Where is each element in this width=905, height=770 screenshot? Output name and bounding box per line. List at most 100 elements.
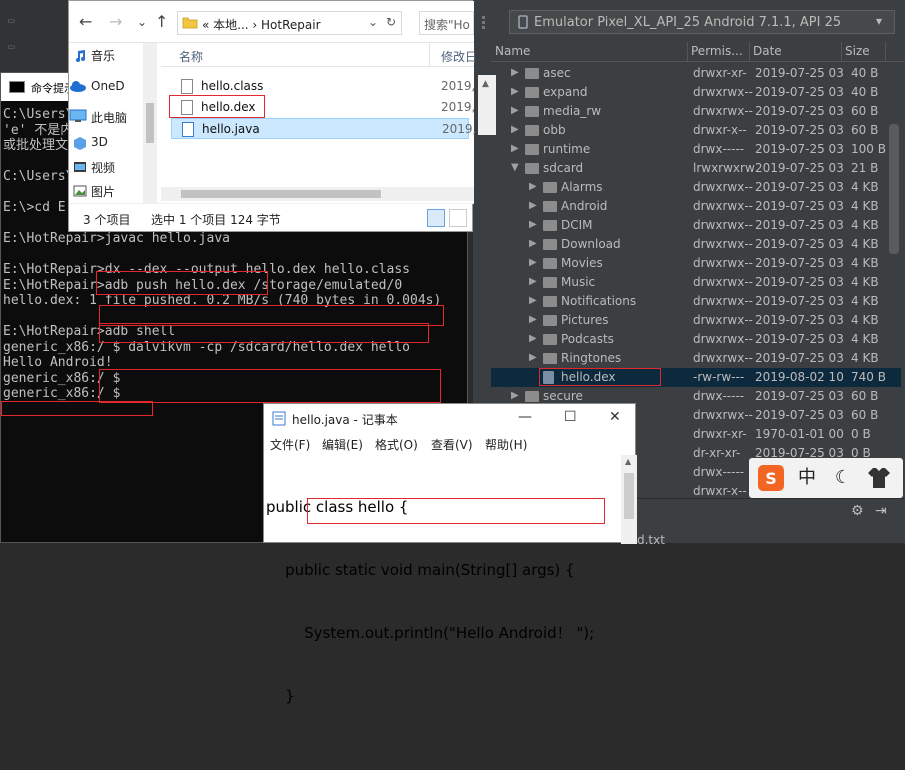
minimize-panel-icon[interactable]: ⇥ xyxy=(875,503,887,519)
expand-right-icon[interactable]: ▶ xyxy=(529,200,537,211)
ide-gutter: ▭ ▭ xyxy=(0,0,70,75)
expand-right-icon[interactable]: ▶ xyxy=(529,181,537,192)
file-row-selected[interactable]: hello.java 2019, xyxy=(171,118,476,139)
menu-file[interactable]: 文件(F) xyxy=(270,436,310,453)
col-permissions-header[interactable]: Permis... xyxy=(691,44,743,58)
expand-right-icon[interactable]: ▶ xyxy=(511,124,519,135)
device-perm: drwxrwx-- xyxy=(693,351,753,365)
expand-right-icon[interactable]: ▶ xyxy=(529,219,537,230)
details-view-icon[interactable] xyxy=(427,209,445,227)
sidebar-item-3d[interactable]: 3D xyxy=(74,135,108,150)
expand-right-icon[interactable]: ▶ xyxy=(529,333,537,344)
expand-right-icon[interactable]: ▶ xyxy=(511,390,519,401)
device-folder-row[interactable]: ▶ Podcasts drwxrwx-- 2019-07-25 03 4 KB xyxy=(491,330,901,349)
scroll-thumb[interactable] xyxy=(624,473,634,519)
expand-right-icon[interactable]: ▶ xyxy=(529,238,537,249)
ime-language-toggle[interactable]: 中 xyxy=(791,463,823,493)
scroll-up-icon[interactable]: ▲ xyxy=(625,457,631,466)
menu-format[interactable]: 格式(O) xyxy=(375,436,418,453)
menu-view[interactable]: 查看(V) xyxy=(431,436,473,453)
device-size: 0 B xyxy=(851,427,871,441)
search-input[interactable]: 搜索"Ho xyxy=(419,11,474,35)
cmd-line: 'e' 不是内 xyxy=(3,122,74,138)
scroll-thumb[interactable] xyxy=(181,190,381,198)
device-perm: drwxrwx-- xyxy=(693,237,753,251)
close-button[interactable]: ✕ xyxy=(609,409,621,425)
col-date-header[interactable]: Date xyxy=(753,44,782,58)
expand-right-icon[interactable]: ▶ xyxy=(529,352,537,363)
device-perm: drwxrwx-- xyxy=(693,218,753,232)
col-name-header[interactable]: 名称 xyxy=(179,48,203,65)
chevron-down-icon[interactable]: ⌄ xyxy=(368,15,378,29)
device-folder-row[interactable]: ▶ DCIM drwxrwx-- 2019-07-25 03 4 KB xyxy=(491,216,901,235)
notepad-scrollbar[interactable]: ▲ xyxy=(621,455,637,544)
sidebar-item-music[interactable]: 音乐 xyxy=(76,47,115,64)
maximize-button[interactable]: ☐ xyxy=(564,409,577,425)
expand-down-icon[interactable]: ▼ xyxy=(511,162,519,173)
gear-icon[interactable]: ⚙ xyxy=(851,503,864,519)
sidebar-item-this-pc[interactable]: 此电脑 xyxy=(69,109,127,126)
expand-right-icon[interactable]: ▶ xyxy=(529,295,537,306)
chevron-down-icon[interactable]: ⌄ xyxy=(137,15,147,29)
sidebar-item-onedrive[interactable]: OneD xyxy=(70,79,125,93)
large-icons-view-icon[interactable] xyxy=(449,209,467,227)
device-selector[interactable]: Emulator Pixel_XL_API_25 Android 7.1.1, … xyxy=(509,10,895,34)
expand-right-icon[interactable]: ▶ xyxy=(511,143,519,154)
address-bar[interactable]: « 本地... › HotRepair ⌄ ↻ xyxy=(177,11,402,35)
folder-icon xyxy=(182,15,198,29)
device-folder-row[interactable]: ▶ media_rw drwxrwx-- 2019-07-25 03 60 B xyxy=(491,102,901,121)
expand-right-icon[interactable]: ▶ xyxy=(529,257,537,268)
expand-right-icon[interactable]: ▶ xyxy=(511,105,519,116)
notepad-titlebar[interactable]: hello.java - 记事本 — ☐ ✕ xyxy=(264,404,637,432)
refresh-icon[interactable]: ↻ xyxy=(386,15,396,29)
device-folder-row[interactable]: ▶ Pictures drwxrwx-- 2019-07-25 03 4 KB xyxy=(491,311,901,330)
moon-icon[interactable]: ☾ xyxy=(827,463,859,493)
expand-right-icon[interactable]: ▶ xyxy=(529,276,537,287)
scroll-up-icon[interactable]: ▲ xyxy=(482,79,489,89)
ime-toolbar: S 中 ☾ xyxy=(749,458,903,498)
device-folder-row[interactable]: ▶ Movies drwxrwx-- 2019-07-25 03 4 KB xyxy=(491,254,901,273)
forward-button[interactable]: → xyxy=(109,12,122,31)
device-folder-row[interactable]: ▶ Alarms drwxrwx-- 2019-07-25 03 4 KB xyxy=(491,178,901,197)
device-tree-scrollbar[interactable] xyxy=(889,124,899,254)
col-name-header[interactable]: Name xyxy=(495,44,530,58)
device-folder-row[interactable]: ▶ expand drwxrwx-- 2019-07-25 03 40 B xyxy=(491,83,901,102)
back-button[interactable]: ← xyxy=(79,12,92,31)
shirt-icon[interactable] xyxy=(863,463,895,493)
device-file-row[interactable]: hello.dex -rw-rw--- 2019-08-02 10 740 B xyxy=(491,368,901,387)
file-row[interactable]: hello.class 2019, xyxy=(171,76,475,97)
sidebar-item-label: 图片 xyxy=(91,185,116,199)
ime-logo-icon[interactable]: S xyxy=(755,463,787,493)
expand-right-icon[interactable]: ▶ xyxy=(511,86,519,97)
file-list-hscrollbar[interactable] xyxy=(161,187,474,201)
scroll-thumb[interactable] xyxy=(146,103,154,143)
device-folder-row[interactable]: ▶ Ringtones drwxrwx-- 2019-07-25 03 4 KB xyxy=(491,349,901,368)
device-name: Movies xyxy=(561,256,603,270)
sidebar-item-videos[interactable]: 视频 xyxy=(74,159,115,176)
device-perm: drwx----- xyxy=(693,142,745,156)
explorer-vscrollbar[interactable]: ▲ xyxy=(478,75,496,135)
minimize-button[interactable]: — xyxy=(518,409,532,425)
col-size-header[interactable]: Size xyxy=(845,44,870,58)
device-folder-row[interactable]: ▶ Music drwxrwx-- 2019-07-25 03 4 KB xyxy=(491,273,901,292)
device-folder-row[interactable]: ▶ Download drwxrwx-- 2019-07-25 03 4 KB xyxy=(491,235,901,254)
device-name: Podcasts xyxy=(561,332,614,346)
file-row[interactable]: hello.dex 2019, xyxy=(169,95,475,118)
expand-right-icon[interactable]: ▶ xyxy=(529,314,537,325)
menu-help[interactable]: 帮助(H) xyxy=(485,436,527,453)
device-folder-row[interactable]: ▶ runtime drwx----- 2019-07-25 03 100 B xyxy=(491,140,901,159)
device-folder-row[interactable]: ▶ Android drwxrwx-- 2019-07-25 03 4 KB xyxy=(491,197,901,216)
up-button[interactable]: ↑ xyxy=(155,12,168,31)
device-folder-row[interactable]: ▶ obb drwxr-x-- 2019-07-25 03 60 B xyxy=(491,121,901,140)
navigation-pane-scrollbar[interactable] xyxy=(143,43,157,203)
device-folder-row[interactable]: ▶ Notifications drwxrwx-- 2019-07-25 03 4 KB xyxy=(491,292,901,311)
menu-edit[interactable]: 编辑(E) xyxy=(322,436,363,453)
device-folder-row[interactable]: ▼ sdcard lrwxrwxrw 2019-07-25 03 21 B xyxy=(491,159,901,178)
expand-right-icon[interactable]: ▶ xyxy=(511,67,519,78)
notepad-editor[interactable]: public class hello { public static void … xyxy=(266,455,621,705)
device-folder-row[interactable]: ▶ asec drwxr-xr- 2019-07-25 03 40 B xyxy=(491,64,901,83)
sidebar-item-pictures[interactable]: 图片 xyxy=(73,183,116,200)
gutter-marker: ▭ xyxy=(8,40,15,53)
col-date-header[interactable]: 修改日 xyxy=(441,48,477,65)
device-size: 740 B xyxy=(851,370,886,384)
